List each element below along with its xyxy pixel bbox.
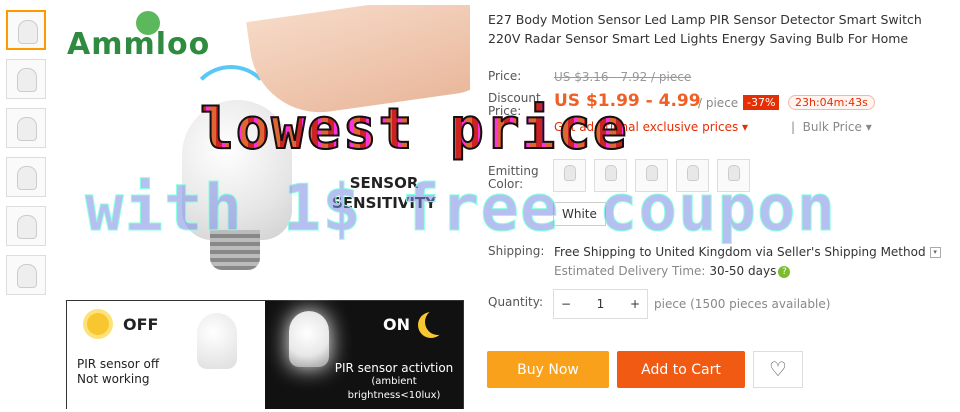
thumbnail-6[interactable] xyxy=(6,255,46,295)
shipping-method-text: to United Kingdom via Seller's Shipping … xyxy=(635,245,926,259)
estimated-delivery: Estimated Delivery Time: 30-50 days? xyxy=(554,264,791,278)
quantity-label: Quantity: xyxy=(488,295,544,309)
sun-icon xyxy=(87,313,109,335)
thumbnail-3[interactable] xyxy=(6,108,46,148)
increment-button[interactable]: + xyxy=(623,297,647,311)
on-label: ON xyxy=(383,315,410,334)
pir-off-line2: Not working xyxy=(77,372,150,386)
overlay-coupon: with 1$ free coupon xyxy=(84,172,837,247)
estimated-label: Estimated Delivery Time: xyxy=(554,264,706,278)
bulk-price-text: Bulk Price xyxy=(802,120,862,134)
free-shipping-text: Free Shipping xyxy=(554,245,636,259)
thumbnail-2[interactable] xyxy=(6,59,46,99)
wishlist-heart-button[interactable]: ♡ xyxy=(753,351,803,388)
bulb-thumb-icon xyxy=(17,166,37,190)
thumbnail-4[interactable] xyxy=(6,157,46,197)
thumbnail-list xyxy=(6,10,52,304)
quantity-stepper: − 1 + xyxy=(553,289,648,319)
brand-logo: Ammloo xyxy=(67,27,211,62)
pir-off-line1: PIR sensor off xyxy=(77,357,160,371)
bulb-thumb-icon xyxy=(18,20,38,44)
buy-now-button[interactable]: Buy Now xyxy=(487,351,609,388)
availability-text: piece (1500 pieces available) xyxy=(654,297,831,311)
bulb-on-image xyxy=(289,311,329,367)
thumbnail-1[interactable] xyxy=(6,10,46,50)
chevron-down-icon: ▾ xyxy=(865,120,872,134)
on-panel: ON PIR sensor activtion (ambient brightn… xyxy=(265,301,463,409)
off-panel: OFF PIR sensor off Not working xyxy=(67,301,265,409)
shipping-info: Free Shipping to United Kingdom via Sell… xyxy=(554,245,941,259)
bulb-off-image xyxy=(197,313,237,369)
pir-off-text: PIR sensor off Not working xyxy=(77,357,159,387)
decrement-button[interactable]: − xyxy=(554,297,578,311)
bulk-price-link[interactable]: | Bulk Price ▾ xyxy=(791,120,872,134)
bulb-thumb-icon xyxy=(17,215,37,239)
pir-on-line1: PIR sensor activtion xyxy=(334,361,454,375)
countdown-timer: 23h:04m:43s xyxy=(788,95,875,110)
bulb-thumb-icon xyxy=(17,264,37,288)
shipping-label: Shipping: xyxy=(488,244,545,258)
overlay-lowest-price: lowest price xyxy=(199,96,629,163)
bulb-thumb-icon xyxy=(17,117,37,141)
chevron-down-icon: ▾ xyxy=(742,120,749,134)
help-icon[interactable]: ? xyxy=(778,265,791,278)
original-price: US $3.16 - 7.92 / piece xyxy=(554,70,692,84)
pir-on-line2: (ambient brightness<10lux) xyxy=(347,376,441,401)
per-piece-text: / piece xyxy=(698,96,739,110)
off-label: OFF xyxy=(123,315,159,334)
pir-on-text: PIR sensor activtion (ambient brightness… xyxy=(325,361,463,403)
price-label: Price: xyxy=(488,69,522,83)
bulb-thumb-icon xyxy=(17,68,37,92)
quantity-input[interactable]: 1 xyxy=(578,297,623,311)
heart-icon: ♡ xyxy=(769,359,787,381)
add-to-cart-button[interactable]: Add to Cart xyxy=(617,351,745,388)
discount-badge: -37% xyxy=(743,95,780,110)
product-title: E27 Body Motion Sensor Led Lamp PIR Sens… xyxy=(488,12,922,46)
moon-icon xyxy=(425,309,451,335)
thumbnail-5[interactable] xyxy=(6,206,46,246)
off-on-panel: OFF PIR sensor off Not working ON PIR se… xyxy=(66,300,464,409)
chevron-down-icon[interactable]: ▾ xyxy=(929,247,941,258)
estimated-value: 30-50 days xyxy=(709,264,777,278)
